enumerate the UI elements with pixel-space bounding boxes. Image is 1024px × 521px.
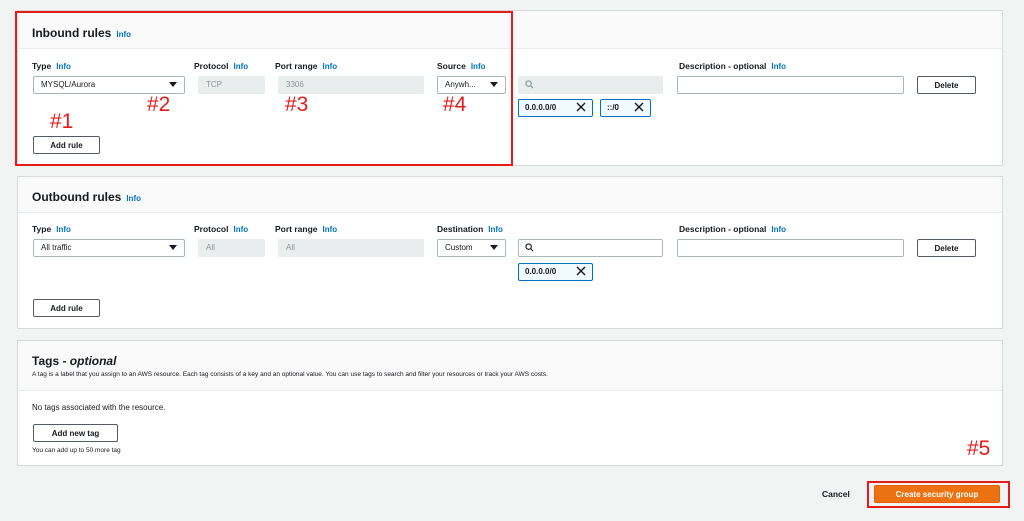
outbound-rules-panel: Outbound rules Info Type Info Protocol Info… — [17, 176, 1003, 329]
outbound-destination-label: Destination Info — [437, 224, 503, 234]
outbound-description-label-text: Description - optional — [679, 224, 767, 234]
annotation-box-1 — [15, 11, 513, 166]
inbound-source-token-ipv6: ::/0 — [600, 99, 651, 117]
outbound-rules-header: Outbound rules Info — [18, 177, 1002, 213]
tags-description: A tag is a label that you assign to an A… — [32, 371, 548, 378]
inbound-description-info-link[interactable]: Info — [771, 62, 786, 71]
outbound-token-ipv4-text: 0.0.0.0/0 — [525, 267, 557, 276]
outbound-port-range-value: All — [286, 243, 295, 252]
annotation-label-2: #2 — [147, 93, 171, 116]
cancel-button[interactable]: Cancel — [822, 489, 850, 499]
inbound-source-token-ipv4: 0.0.0.0/0 — [518, 99, 593, 117]
outbound-delete-button[interactable]: Delete — [917, 239, 976, 257]
outbound-destination-token-ipv4: 0.0.0.0/0 — [518, 263, 593, 281]
chevron-down-icon — [169, 245, 177, 250]
search-icon — [525, 243, 534, 252]
inbound-token-ipv6-text: ::/0 — [607, 103, 619, 112]
annotation-label-5: #5 — [967, 437, 991, 460]
outbound-type-value: All traffic — [41, 243, 72, 252]
tags-panel: Tags - optional A tag is a label that yo… — [17, 340, 1003, 466]
outbound-protocol-field: All — [198, 239, 265, 257]
tags-title: Tags - optional — [32, 354, 116, 368]
outbound-port-range-field: All — [278, 239, 424, 257]
add-new-tag-button[interactable]: Add new tag — [33, 424, 118, 442]
inbound-token-ipv4-text: 0.0.0.0/0 — [525, 103, 557, 112]
close-icon[interactable] — [634, 102, 644, 112]
annotation-label-1: #1 — [50, 110, 74, 133]
outbound-destination-search-input[interactable] — [518, 239, 663, 257]
outbound-rules-title-text: Outbound rules — [32, 190, 122, 204]
outbound-destination-select[interactable]: Custom — [437, 239, 506, 257]
tags-title-optional: optional — [69, 354, 117, 368]
inbound-delete-button[interactable]: Delete — [917, 76, 976, 94]
outbound-type-info-link[interactable]: Info — [56, 225, 71, 234]
inbound-description-input[interactable] — [677, 76, 904, 94]
outbound-protocol-value: All — [206, 243, 215, 252]
outbound-type-label: Type Info — [32, 224, 71, 234]
outbound-protocol-label-text: Protocol — [194, 224, 229, 234]
annotation-label-4: #4 — [443, 93, 467, 116]
outbound-add-rule-button[interactable]: Add rule — [33, 299, 100, 317]
close-icon[interactable] — [576, 266, 586, 276]
outbound-type-label-text: Type — [32, 224, 52, 234]
tags-header: Tags - optional A tag is a label that yo… — [18, 341, 1002, 391]
tags-limit-text: You can add up to 50 more tag — [32, 447, 121, 454]
inbound-description-label-text: Description - optional — [679, 61, 767, 71]
outbound-description-input[interactable] — [677, 239, 904, 257]
outbound-description-info-link[interactable]: Info — [771, 225, 786, 234]
outbound-destination-value: Custom — [445, 243, 473, 252]
outbound-port-range-info-link[interactable]: Info — [323, 225, 338, 234]
inbound-source-search-input[interactable] — [518, 76, 663, 94]
annotation-label-3: #3 — [285, 93, 309, 116]
outbound-destination-label-text: Destination — [437, 224, 484, 234]
outbound-port-range-label-text: Port range — [275, 224, 318, 234]
outbound-port-range-label: Port range Info — [275, 224, 337, 234]
outbound-rules-title: Outbound rules Info — [32, 190, 141, 204]
chevron-down-icon — [490, 245, 498, 250]
outbound-protocol-label: Protocol Info — [194, 224, 248, 234]
outbound-protocol-info-link[interactable]: Info — [233, 225, 248, 234]
outbound-type-select[interactable]: All traffic — [33, 239, 185, 257]
tags-title-prefix: Tags - — [32, 354, 70, 368]
outbound-destination-info-link[interactable]: Info — [488, 225, 503, 234]
search-icon — [525, 80, 534, 89]
inbound-description-label: Description - optional Info — [679, 61, 786, 71]
tags-empty-text: No tags associated with the resource. — [32, 403, 166, 412]
close-icon[interactable] — [576, 102, 586, 112]
annotation-box-5 — [867, 481, 1010, 508]
outbound-title-info-link[interactable]: Info — [126, 194, 141, 203]
outbound-description-label: Description - optional Info — [679, 224, 786, 234]
security-group-page: Inbound rules Info Type Info Protocol Info … — [0, 0, 1024, 521]
